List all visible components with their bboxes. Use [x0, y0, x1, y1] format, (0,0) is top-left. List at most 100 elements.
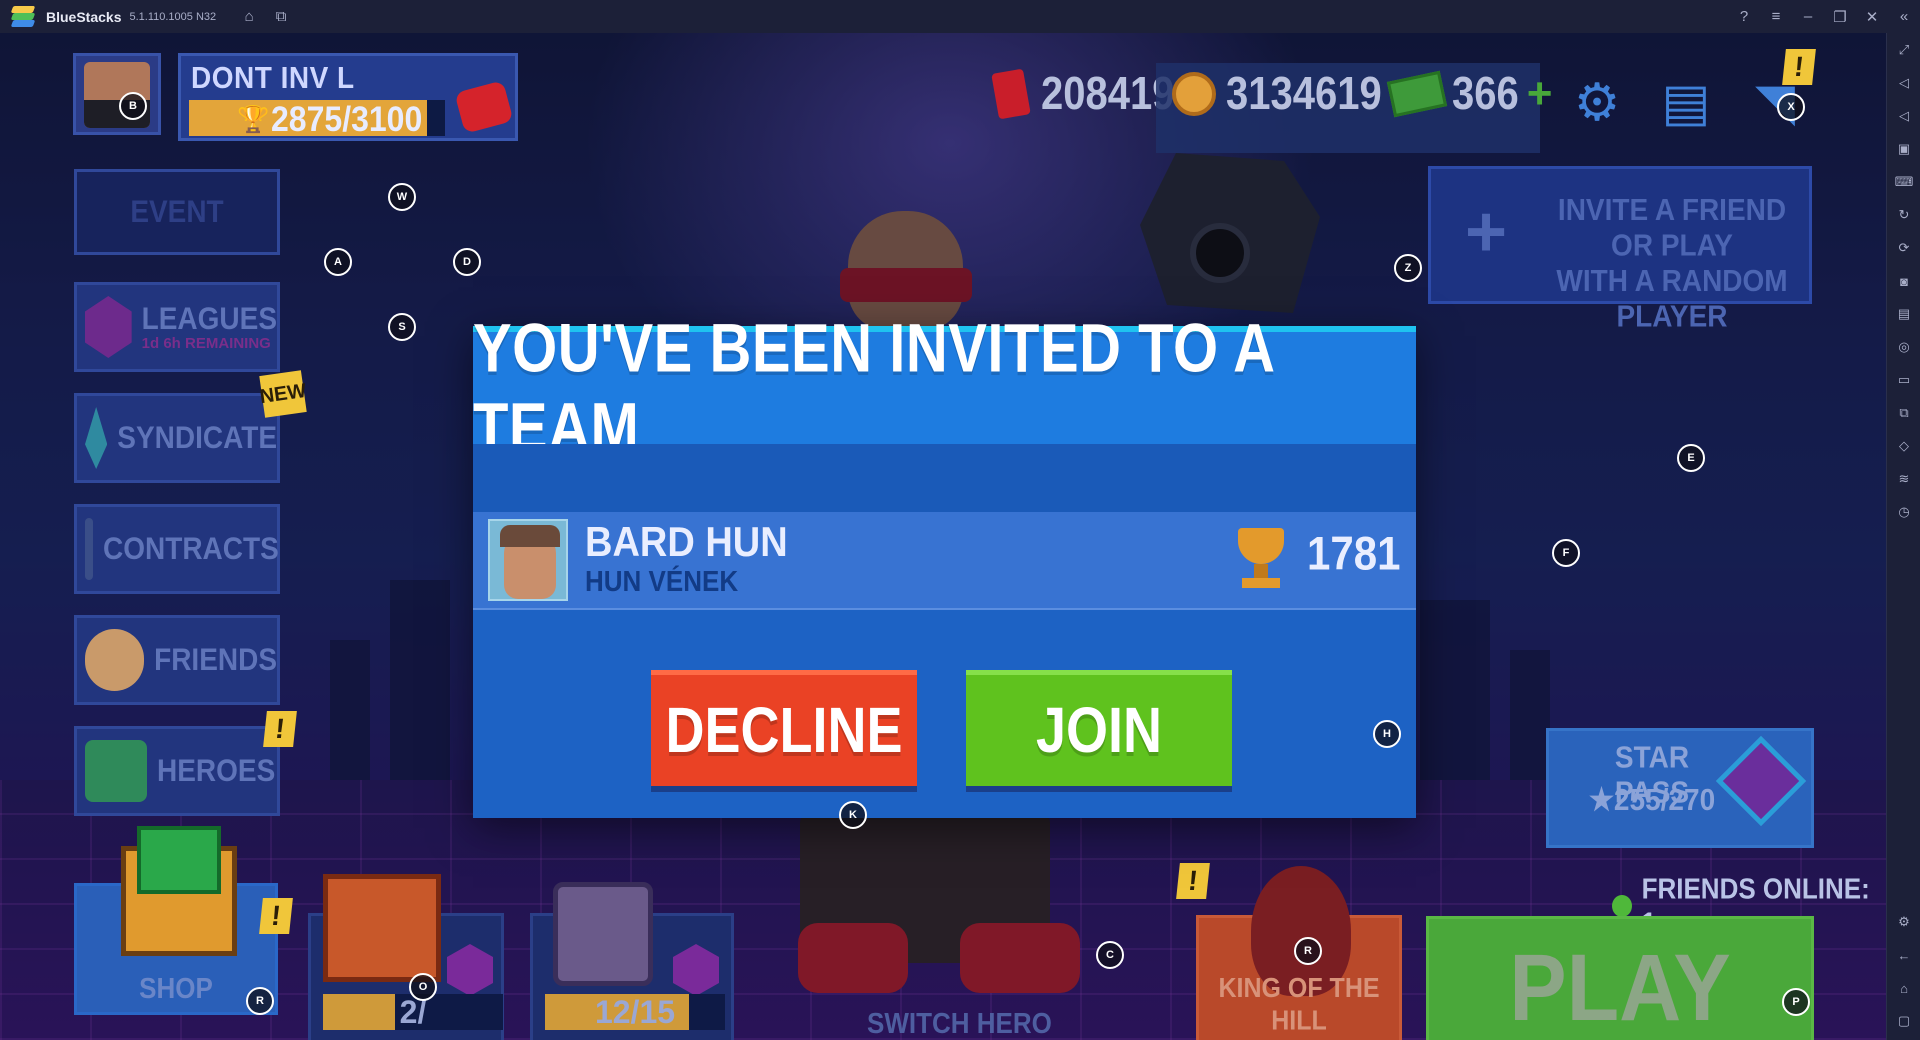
volume-down-icon[interactable]: ◁	[1887, 103, 1920, 129]
media-icon[interactable]: ▣	[1887, 136, 1920, 162]
heroes-button[interactable]: HEROES	[74, 726, 280, 816]
android-home-icon[interactable]: ⌂	[1887, 975, 1920, 1001]
key-marker-a: A	[324, 248, 352, 276]
multi-window-icon[interactable]: ⧉	[1887, 400, 1920, 426]
key-marker-e: E	[1677, 444, 1705, 472]
team-invite-dialog: YOU'VE BEEN INVITED TO A TEAM BARD HUN H…	[473, 310, 1416, 818]
macro-icon[interactable]: ◷	[1887, 499, 1920, 525]
heroes-label: HEROES	[157, 753, 276, 788]
new-badge: NEW	[258, 370, 308, 418]
join-button[interactable]: JOIN	[966, 670, 1232, 786]
bluestacks-logo-icon	[10, 5, 36, 28]
invite-friend-label: INVITE A FRIEND OR PLAY WITH A RANDOM PL…	[1556, 192, 1788, 334]
king-of-the-hill-button[interactable]: KING OF THE HILL	[1196, 866, 1402, 1040]
apk-icon[interactable]: ▤	[1887, 301, 1920, 327]
decline-button[interactable]: DECLINE	[651, 670, 917, 786]
energy-icon	[991, 68, 1031, 120]
decline-label: DECLINE	[665, 695, 903, 766]
key-marker-k: K	[839, 801, 867, 829]
king-of-the-hill-label: KING OF THE HILL	[1218, 972, 1380, 1037]
key-marker-b: B	[119, 92, 147, 120]
help-icon[interactable]: ?	[1728, 0, 1760, 33]
gift-hex-icon	[673, 944, 719, 996]
minimize-icon[interactable]: –	[1792, 0, 1824, 33]
menu-icon[interactable]: ≡	[1760, 0, 1792, 33]
inviter-trophies: 1781	[1307, 527, 1401, 580]
syndicate-button[interactable]: SYNDICATE	[74, 393, 280, 483]
chest-progress-text: 2/	[399, 994, 427, 1030]
add-cash-icon[interactable]: +	[1527, 72, 1553, 116]
friends-button[interactable]: FRIENDS	[74, 615, 280, 705]
leagues-button[interactable]: LEAGUES 1d 6h REMAINING	[74, 282, 280, 372]
chest-icon	[323, 874, 441, 982]
folder-icon[interactable]: ▭	[1887, 367, 1920, 393]
inviter-row: BARD HUN HUN VÉNEK 1781	[473, 512, 1416, 610]
key-marker-r: R	[246, 987, 274, 1015]
event-label: EVENT	[130, 194, 224, 229]
key-marker-x: X	[1777, 93, 1805, 121]
keyboard-icon[interactable]: ⌨	[1887, 169, 1920, 195]
event-button[interactable]: EVENT	[74, 169, 280, 255]
friends-label: FRIENDS	[154, 642, 277, 677]
inviter-team: HUN VÉNEK	[585, 564, 739, 598]
app-version: 5.1.110.1005 N32	[129, 10, 217, 23]
fullscreen-icon[interactable]: ⤢	[1887, 37, 1920, 63]
settings-icon[interactable]: ⚙	[1887, 909, 1920, 935]
gear-icon[interactable]: ⚙	[1567, 73, 1627, 133]
coin-icon	[1172, 72, 1216, 116]
key-marker-s: S	[388, 313, 416, 341]
cash-icon	[1386, 70, 1448, 118]
collapse-sidebar-icon[interactable]: «	[1888, 0, 1920, 33]
player-panel[interactable]: DONT INV L 🏆 2875/3100	[178, 53, 518, 141]
sync-icon[interactable]: ⟳	[1887, 235, 1920, 261]
layers-icon[interactable]: ≋	[1887, 466, 1920, 492]
star-pass-icon	[1715, 735, 1807, 827]
shop-alert-badge: !	[259, 898, 293, 934]
key-marker-f: F	[1552, 539, 1580, 567]
gift-hex-icon	[447, 944, 493, 996]
cash-counter[interactable]: 366 +	[1386, 63, 1553, 125]
restore-icon[interactable]: ❐	[1824, 0, 1856, 33]
key-marker-d: D	[453, 248, 481, 276]
invite-friend-button[interactable]: + INVITE A FRIEND OR PLAY WITH A RANDOM …	[1428, 166, 1812, 333]
recent-apps-icon[interactable]: ▢	[1887, 1008, 1920, 1034]
heroes-alert-badge: !	[263, 711, 297, 747]
rotate-icon[interactable]: ↻	[1887, 202, 1920, 228]
close-icon[interactable]: ✕	[1856, 0, 1888, 33]
home-icon[interactable]: ⌂	[240, 8, 258, 26]
title-bar: BlueStacks 5.1.110.1005 N32 ⌂ ⧉ ? ≡ – ❐ …	[0, 0, 1920, 33]
coins-counter[interactable]: 3134619 +	[1172, 63, 1415, 125]
coins-value: 3134619	[1226, 68, 1382, 119]
chest-slot-1[interactable]: 2/	[308, 874, 504, 1040]
dialog-header: YOU'VE BEEN INVITED TO A TEAM	[473, 310, 1416, 466]
key-marker-h: H	[1373, 720, 1401, 748]
news-icon[interactable]: ▤	[1656, 73, 1716, 133]
play-button[interactable]: PLAY	[1426, 916, 1814, 1040]
star-pass-button[interactable]: STAR PASS ★255/270	[1546, 728, 1814, 848]
player-avatar[interactable]	[73, 53, 161, 135]
koth-alert-badge: !	[1176, 863, 1210, 899]
back-icon[interactable]: ←	[1887, 942, 1920, 968]
eco-mode-icon[interactable]: ◇	[1887, 433, 1920, 459]
gamepad-icon[interactable]: ◙	[1887, 268, 1920, 294]
chest-progress-bar: 12/15	[545, 994, 725, 1030]
energy-counter: 208419	[991, 63, 1175, 125]
switch-hero-button[interactable]: SWITCH HERO	[867, 1006, 1052, 1040]
trophy-progress-bar: 🏆 2875/3100	[189, 99, 445, 139]
trophy-count: 2875/3100	[271, 99, 423, 139]
key-marker-p: P	[1782, 988, 1810, 1016]
multi-instance-icon[interactable]: ⧉	[272, 8, 290, 26]
chest-slot-2[interactable]: 12/15	[530, 882, 734, 1040]
screenshot-icon[interactable]: ◎	[1887, 334, 1920, 360]
contracts-button[interactable]: CONTRACTS	[74, 504, 280, 594]
volume-up-icon[interactable]: ◁	[1887, 70, 1920, 96]
join-label: JOIN	[1035, 695, 1163, 766]
dialog-divider	[473, 444, 1416, 512]
key-marker-r: R	[1294, 937, 1322, 965]
chat-alert-badge: !	[1782, 49, 1816, 85]
key-marker-w: W	[388, 183, 416, 211]
online-indicator-icon	[1612, 895, 1632, 917]
energy-value: 208419	[1041, 68, 1175, 119]
shop-sign-icon	[137, 826, 221, 894]
contracts-label: CONTRACTS	[103, 531, 279, 566]
